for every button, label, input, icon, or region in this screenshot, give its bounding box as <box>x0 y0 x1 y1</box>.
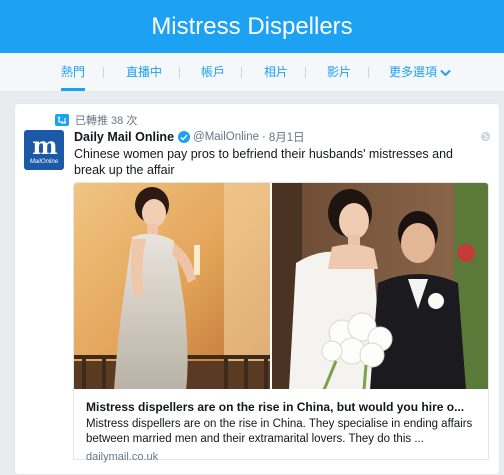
tab-live[interactable]: 直播中 <box>126 53 162 91</box>
tab-bar: 熱門 直播中 帳戶 相片 影片 更多選項 <box>0 53 504 92</box>
avatar[interactable]: m MailOnline <box>24 130 64 170</box>
tweet-date[interactable]: 8月1日 <box>269 129 305 145</box>
globe-icon <box>480 131 491 142</box>
retweet-count-text: 已轉推 38 次 <box>75 115 138 127</box>
tab-divider <box>179 67 180 78</box>
tab-videos[interactable]: 影片 <box>327 53 351 91</box>
link-card-domain: dailymail.co.uk <box>86 451 159 463</box>
tab-divider <box>103 67 104 78</box>
tab-accounts[interactable]: 帳戶 <box>201 53 225 91</box>
tab-top[interactable]: 熱門 <box>61 53 86 91</box>
tab-divider <box>368 67 369 78</box>
tab-label: 熱門 <box>61 65 86 79</box>
link-card-description: Mistress dispellers are on the rise in C… <box>86 418 473 445</box>
tab-label: 帳戶 <box>201 65 226 79</box>
tweet-media[interactable] <box>73 182 489 390</box>
tab-label: 更多選項 <box>389 65 438 79</box>
page-header: Mistress Dispellers <box>0 0 504 53</box>
tab-divider <box>241 67 242 78</box>
page-title: Mistress Dispellers <box>151 12 353 40</box>
retweet-context: 已轉推 38 次 <box>55 112 137 128</box>
tab-label: 影片 <box>327 65 352 79</box>
photo-left <box>74 183 270 390</box>
tab-more-options[interactable]: 更多選項 <box>389 53 451 91</box>
media-photos <box>74 183 488 390</box>
tweet-text: Chinese women pay pros to befriend their… <box>74 147 453 177</box>
separator-dot: · <box>262 131 266 143</box>
tab-label: 相片 <box>264 65 289 79</box>
verified-icon <box>178 131 191 143</box>
tweet-header: Daily Mail Online @MailOnline · 8月1日 <box>74 129 305 145</box>
user-handle[interactable]: @MailOnline <box>193 131 259 143</box>
photo-right <box>272 183 488 390</box>
avatar-logo-subtext: MailOnline <box>29 159 59 165</box>
link-preview-card[interactable]: Mistress dispellers are on the rise in C… <box>73 389 489 463</box>
link-card-title: Mistress dispellers are on the rise in C… <box>86 400 465 414</box>
display-name[interactable]: Daily Mail Online <box>74 130 174 144</box>
tweet-card[interactable]: 已轉推 38 次 m MailOnline Daily Mail Online … <box>14 103 500 475</box>
chevron-down-icon <box>440 69 451 77</box>
tab-photos[interactable]: 相片 <box>264 53 288 91</box>
tab-divider <box>305 67 306 78</box>
retweet-icon <box>55 114 69 126</box>
tab-label: 直播中 <box>126 65 163 79</box>
avatar-logo-letter: m <box>32 131 57 160</box>
